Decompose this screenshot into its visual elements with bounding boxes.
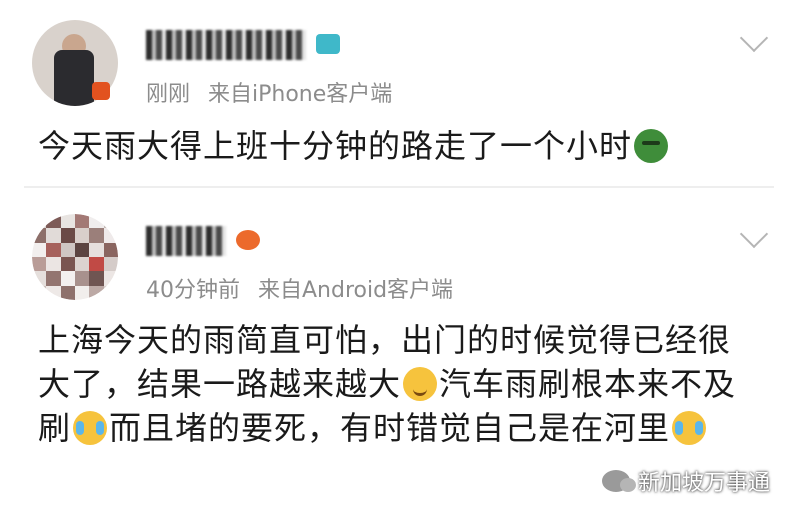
post-2: 40分钟前 来自Android客户端 上海今天的雨简直可怕，出门的时候觉得已经很大… (0, 0, 798, 519)
post-meta: 40分钟前 来自Android客户端 (146, 272, 453, 304)
crying-laughing-emoji-icon (73, 411, 108, 445)
avatar-pixelated (32, 214, 118, 300)
post-body-part3: 而且堵的要死，有时错觉自己是在河里 (109, 409, 671, 447)
watermark-text: 新加坡万事通 (637, 471, 770, 496)
post-text: 上海今天的雨简直可怕，出门的时候觉得已经很大了，结果一路越来越大 汽车雨刷根本来不… (38, 318, 758, 450)
chevron-down-icon[interactable] (739, 219, 769, 249)
wechat-icon (601, 470, 636, 492)
sweat-smile-emoji-icon (403, 367, 438, 401)
username-blurred[interactable] (146, 226, 226, 256)
watermark: 新加坡万事通 (601, 465, 770, 497)
post-time: 40分钟前 (146, 278, 240, 303)
post-source: 来自Android客户端 (258, 278, 454, 303)
crying-laughing-emoji-icon (672, 411, 707, 445)
member-badge-icon (236, 230, 260, 250)
avatar[interactable] (32, 214, 118, 300)
